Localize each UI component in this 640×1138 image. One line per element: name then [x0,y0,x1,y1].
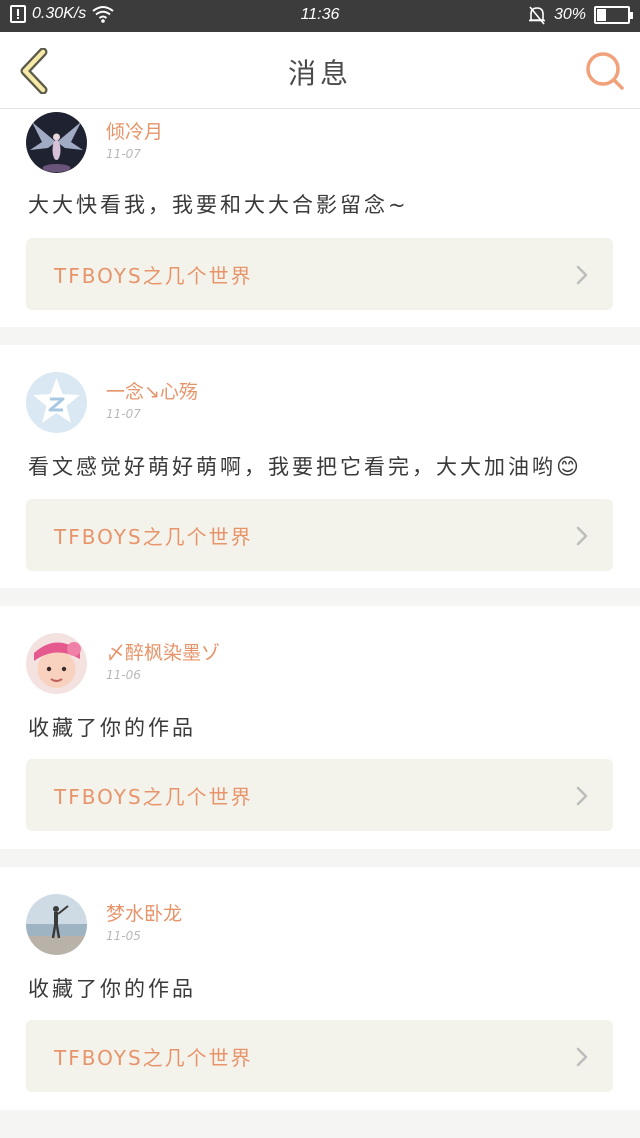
message-text-body: 看文感觉好萌好萌啊，我要把它看完，大大加油哟 [28,455,556,479]
message-date: 11-07 [106,407,141,421]
message-text: 收藏了你的作品 [28,716,196,740]
search-icon [586,52,624,90]
message-card: 〆醉枫染墨ゾ 11-06 收藏了你的作品 TFBOYS之几个世界 [0,606,640,849]
search-button[interactable] [584,50,626,92]
user-name[interactable]: 倾冷月 [106,117,163,144]
work-title: TFBOYS之几个世界 [54,1046,253,1070]
work-title: TFBOYS之几个世界 [54,785,253,809]
work-link[interactable]: TFBOYS之几个世界 [26,238,613,310]
avatar[interactable] [26,633,87,694]
nav-bar: 消息 [0,32,640,109]
status-bar: 0.30K/s 11:36 30% [0,0,640,32]
work-link[interactable]: TFBOYS之几个世界 [26,759,613,831]
message-text: 看文感觉好萌好萌啊，我要把它看完，大大加油哟😊 [28,451,582,481]
chevron-right-icon [576,265,588,285]
battery-icon [594,6,633,24]
chevron-right-icon [576,1047,588,1067]
message-card: 一念↘心殇 11-07 看文感觉好萌好萌啊，我要把它看完，大大加油哟😊 TFBO… [0,345,640,588]
work-title: TFBOYS之几个世界 [54,264,253,288]
message-date: 11-07 [106,147,141,161]
chevron-right-icon [576,786,588,806]
chevron-left-icon [20,48,48,94]
work-title: TFBOYS之几个世界 [54,525,253,549]
battery-percent: 30% [553,6,586,23]
user-name[interactable]: 一念↘心殇 [106,377,198,404]
user-name[interactable]: 〆醉枫染墨ゾ [106,638,220,665]
avatar[interactable] [26,112,87,173]
smile-emoji-icon: 😊 [556,455,582,480]
silent-bell-icon [528,6,545,25]
work-link[interactable]: TFBOYS之几个世界 [26,1020,613,1092]
message-text: 收藏了你的作品 [28,977,196,1001]
page-title: 消息 [287,57,352,90]
message-date: 11-05 [106,929,141,943]
message-date: 11-06 [106,668,141,682]
message-card: 梦水卧龙 11-05 收藏了你的作品 TFBOYS之几个世界 [0,867,640,1110]
message-card: 倾冷月 11-07 大大快看我，我要和大大合影留念~ TFBOYS之几个世界 [0,109,640,327]
user-name[interactable]: 梦水卧龙 [106,899,182,926]
chevron-right-icon [576,526,588,546]
work-link[interactable]: TFBOYS之几个世界 [26,499,613,571]
message-text: 大大快看我，我要和大大合影留念~ [28,193,409,217]
back-button[interactable] [14,48,54,94]
avatar[interactable] [26,894,87,955]
avatar[interactable] [26,372,87,433]
